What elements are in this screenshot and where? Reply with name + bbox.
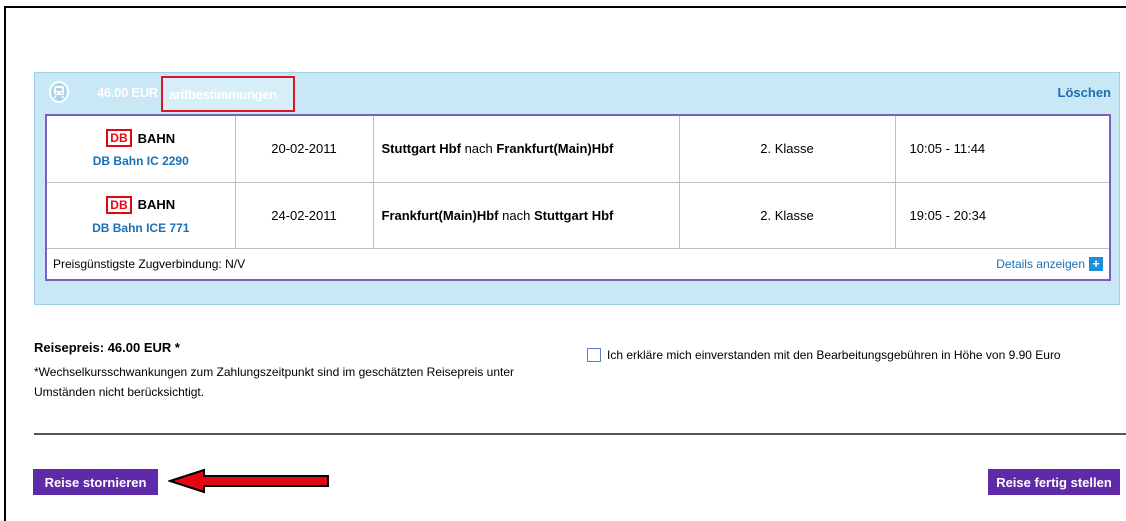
cancel-trip-button[interactable]: Reise stornieren [33,469,158,495]
route-cell: Stuttgart Hbf nach Frankfurt(Main)Hbf [373,116,680,183]
db-bahn-logo: DB BAHN [106,129,176,148]
class-cell: 2. Klasse [679,116,896,183]
cheapest-value: N/V [225,257,246,271]
route-cell: Frankfurt(Main)Hbf nach Stuttgart Hbf [373,182,680,249]
route-to: Frankfurt(Main)Hbf [496,141,614,157]
divider [34,433,1126,435]
travel-price: Reisepreis: 46.00 EUR * [34,340,180,355]
plus-icon[interactable]: + [1089,257,1103,271]
cheapest-connection-row: Preisgünstigste Zugverbindung: N/V Detai… [47,249,1109,279]
tariff-rules-label: arifbestimmungen [169,86,277,102]
fee-agreement-checkbox[interactable] [587,348,601,362]
trips-box: DB BAHN DB Bahn IC 2290 20-02-2011 Stutt… [45,114,1111,281]
db-logo-text: BAHN [137,130,176,146]
db-logo-mark: DB [106,129,132,148]
cheapest-label: Preisgünstigste Zugverbindung: [53,257,222,271]
exchange-rate-note: *Wechselkursschwankungen zum Zahlungszei… [34,365,515,399]
tariff-rules-link[interactable]: arifbestimmungen [161,76,295,112]
carrier-cell: DB BAHN DB Bahn IC 2290 [47,116,236,183]
time-cell: 10:05 - 11:44 [895,116,1109,183]
db-logo-mark: DB [106,195,132,214]
carrier-cell: DB BAHN DB Bahn ICE 771 [47,182,236,249]
db-bahn-logo: DB BAHN [106,195,176,214]
delete-link[interactable]: Löschen [1058,85,1111,100]
db-logo-text: BAHN [137,197,176,212]
time-cell: 19:05 - 20:34 [895,182,1109,249]
train-icon [49,81,69,103]
red-arrow-annotation [168,468,329,494]
date-cell: 24-02-2011 [235,182,374,249]
table-row: DB BAHN DB Bahn ICE 771 24-02-2011 Frank… [47,182,1109,249]
fee-agreement-label: Ich erkläre mich einverstanden mit den B… [607,348,1061,362]
train-name: DB Bahn IC 2290 [92,154,189,169]
panel-price: 46.00 EUR [97,85,158,100]
route-connector: nach [464,141,493,157]
cheapest-connection: Preisgünstigste Zugverbindung: N/V [53,257,245,271]
route-from: Frankfurt(Main)Hbf [381,207,499,223]
route-to: Stuttgart Hbf [533,207,614,223]
train-name: DB Bahn ICE 771 [92,220,190,235]
route-from: Stuttgart Hbf [381,141,461,157]
booking-panel: 46.00 EUR arifbestimmungen Löschen DB BA… [34,72,1120,305]
route-connector: nach [502,207,531,223]
finish-trip-button[interactable]: Reise fertig stellen [988,469,1120,495]
date-cell: 20-02-2011 [235,116,374,183]
details-link[interactable]: Details anzeigen + [996,257,1103,271]
fee-agreement: Ich erkläre mich einverstanden mit den B… [587,348,1061,362]
panel-header: 46.00 EUR arifbestimmungen Löschen [35,73,1119,113]
trips-table: DB BAHN DB Bahn IC 2290 20-02-2011 Stutt… [47,116,1109,249]
table-row: DB BAHN DB Bahn IC 2290 20-02-2011 Stutt… [47,116,1109,183]
details-label: Details anzeigen [996,257,1085,271]
class-cell: 2. Klasse [679,182,896,249]
